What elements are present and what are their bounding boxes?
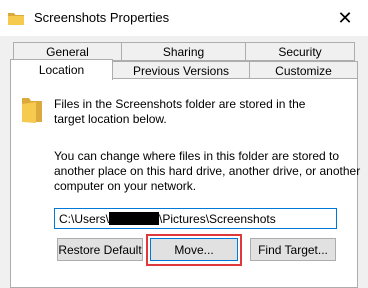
description-line: You can change where files in this folde… [54, 149, 340, 163]
tab-label: Location [38, 63, 85, 77]
close-button[interactable]: ✕ [322, 0, 368, 36]
title-bar: Screenshots Properties ✕ [0, 0, 368, 36]
tab-label: Customize [275, 63, 332, 78]
path-suffix: \Pictures\Screenshots [159, 211, 276, 226]
tab-label: Security [278, 44, 322, 59]
path-prefix: C:\Users\ [59, 211, 110, 226]
description-line: another place on this hard drive, anothe… [54, 164, 361, 178]
location-description: You can change where files in this folde… [54, 149, 360, 194]
restore-default-button[interactable]: Restore Default [57, 238, 143, 261]
window-title: Screenshots Properties [34, 10, 170, 25]
location-info-text: Files in the Screenshots folder are stor… [54, 97, 305, 127]
tab-location[interactable]: Location [10, 59, 113, 80]
move-button-highlight [146, 234, 242, 266]
target-path-input[interactable]: C:\Users\ \Pictures\Screenshots [54, 208, 337, 229]
tab-label: General [46, 44, 89, 59]
info-line: Files in the Screenshots folder are stor… [54, 97, 306, 111]
folder-icon [22, 98, 42, 123]
tab-label: Sharing [162, 44, 205, 59]
tab-security[interactable]: Security [245, 42, 355, 61]
find-target-button[interactable]: Find Target... [250, 238, 336, 261]
redacted-username [109, 212, 160, 225]
info-line: target location below. [54, 112, 167, 126]
close-icon: ✕ [337, 7, 353, 28]
button-label: Restore Default [58, 242, 142, 257]
tab-label: Previous Versions [132, 63, 230, 78]
tab-sharing[interactable]: Sharing [121, 42, 246, 61]
folder-icon [8, 13, 24, 25]
description-line: computer on your network. [54, 179, 197, 193]
button-label: Find Target... [258, 242, 328, 257]
